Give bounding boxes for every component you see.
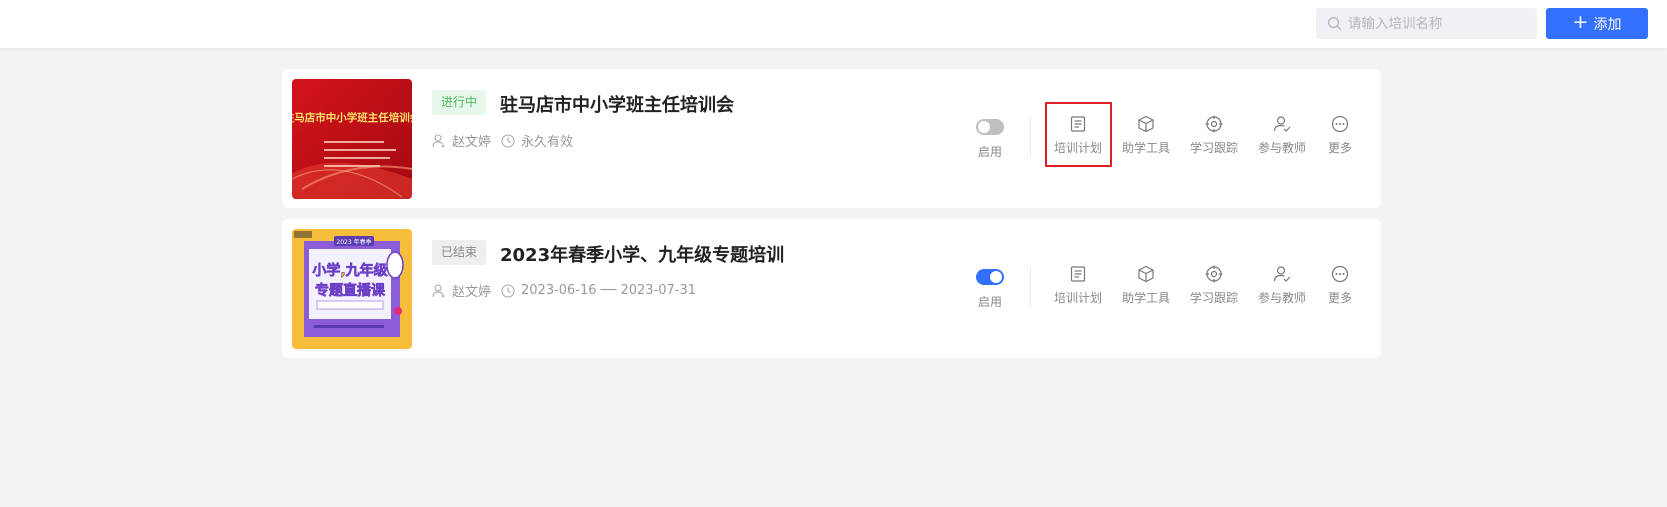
training-meta: 赵文婷 永久有效 (432, 131, 573, 150)
training-plan-button[interactable]: 培训计划 (1048, 265, 1108, 306)
training-meta: 赵文婷 2023-06-16 ── 2023-07-31 (432, 281, 696, 300)
target-icon (1205, 265, 1223, 283)
clock-icon (501, 133, 515, 148)
more-icon (1331, 115, 1349, 133)
search-box[interactable] (1316, 8, 1537, 39)
training-cover-image[interactable]: 2023 年春季 小学,九年级 专题直播课 (292, 229, 412, 349)
more-button[interactable]: 更多 (1320, 265, 1360, 306)
training-card: 2023 年春季 小学,九年级 专题直播课 已结束 2023年春季小学、九年级专… (282, 219, 1381, 358)
cover-title: 驻马店市中小学班主任培训会 (292, 111, 412, 124)
action-label: 助学工具 (1121, 141, 1170, 155)
user-icon (432, 133, 445, 147)
search-icon (1328, 17, 1342, 31)
selection-highlight (1045, 102, 1112, 167)
plus-icon: + (1572, 11, 1589, 33)
add-button-label: 添加 (1593, 16, 1622, 33)
top-bar: + 添加 (0, 0, 1667, 48)
study-tools-button[interactable]: 助学工具 (1116, 115, 1176, 156)
author-name: 赵文婷 (452, 285, 492, 300)
training-title[interactable]: 2023年春季小学、九年级专题培训 (500, 241, 784, 267)
enable-toggle[interactable] (976, 119, 1004, 135)
add-button[interactable]: + 添加 (1546, 8, 1648, 39)
enable-toggle[interactable] (976, 269, 1004, 285)
learning-tracking-button[interactable]: 学习跟踪 (1184, 265, 1244, 306)
cover-title-line1: 小学,九年级 (312, 262, 388, 279)
author-name: 赵文婷 (452, 135, 492, 150)
action-label: 更多 (1327, 291, 1352, 305)
training-cover-image[interactable]: 驻马店市中小学班主任培训会 (292, 79, 412, 199)
enable-toggle-group: 启用 (970, 269, 1010, 310)
participating-teachers-button[interactable]: 参与教师 (1252, 265, 1312, 306)
enable-toggle-group: 启用 (970, 119, 1010, 160)
more-icon (1331, 265, 1349, 283)
action-label: 助学工具 (1121, 291, 1170, 305)
divider (1030, 267, 1031, 307)
action-label: 培训计划 (1053, 291, 1102, 305)
training-card: 驻马店市中小学班主任培训会 进行中 驻马店市中小学班主任培训会 赵文婷 永久有效… (282, 69, 1381, 208)
cover-top-label: 2023 年春季 (336, 238, 371, 246)
enable-label: 启用 (977, 145, 1002, 159)
action-label: 更多 (1327, 141, 1352, 155)
cube-icon (1138, 265, 1154, 283)
enable-label: 启用 (977, 295, 1002, 309)
training-title[interactable]: 驻马店市中小学班主任培训会 (500, 91, 734, 117)
participating-teachers-button[interactable]: 参与教师 (1252, 115, 1312, 156)
user-check-icon (1273, 116, 1291, 132)
divider (1030, 117, 1031, 157)
status-badge: 已结束 (432, 240, 487, 265)
cover-title-line2: 专题直播课 (315, 282, 386, 299)
training-period: 2023-06-16 ── 2023-07-31 (521, 283, 697, 298)
search-input[interactable] (1348, 8, 1533, 39)
more-button[interactable]: 更多 (1320, 115, 1360, 156)
document-icon (1070, 266, 1086, 282)
clock-icon (501, 283, 515, 298)
user-check-icon (1273, 266, 1291, 282)
training-period: 永久有效 (521, 135, 574, 150)
user-icon (432, 283, 445, 297)
target-icon (1205, 115, 1223, 133)
status-badge: 进行中 (432, 90, 487, 115)
action-label: 学习跟踪 (1189, 141, 1238, 155)
study-tools-button[interactable]: 助学工具 (1116, 265, 1176, 306)
action-label: 参与教师 (1257, 291, 1306, 305)
action-label: 学习跟踪 (1189, 291, 1238, 305)
learning-tracking-button[interactable]: 学习跟踪 (1184, 115, 1244, 156)
cube-icon (1138, 115, 1154, 133)
action-label: 参与教师 (1257, 141, 1306, 155)
